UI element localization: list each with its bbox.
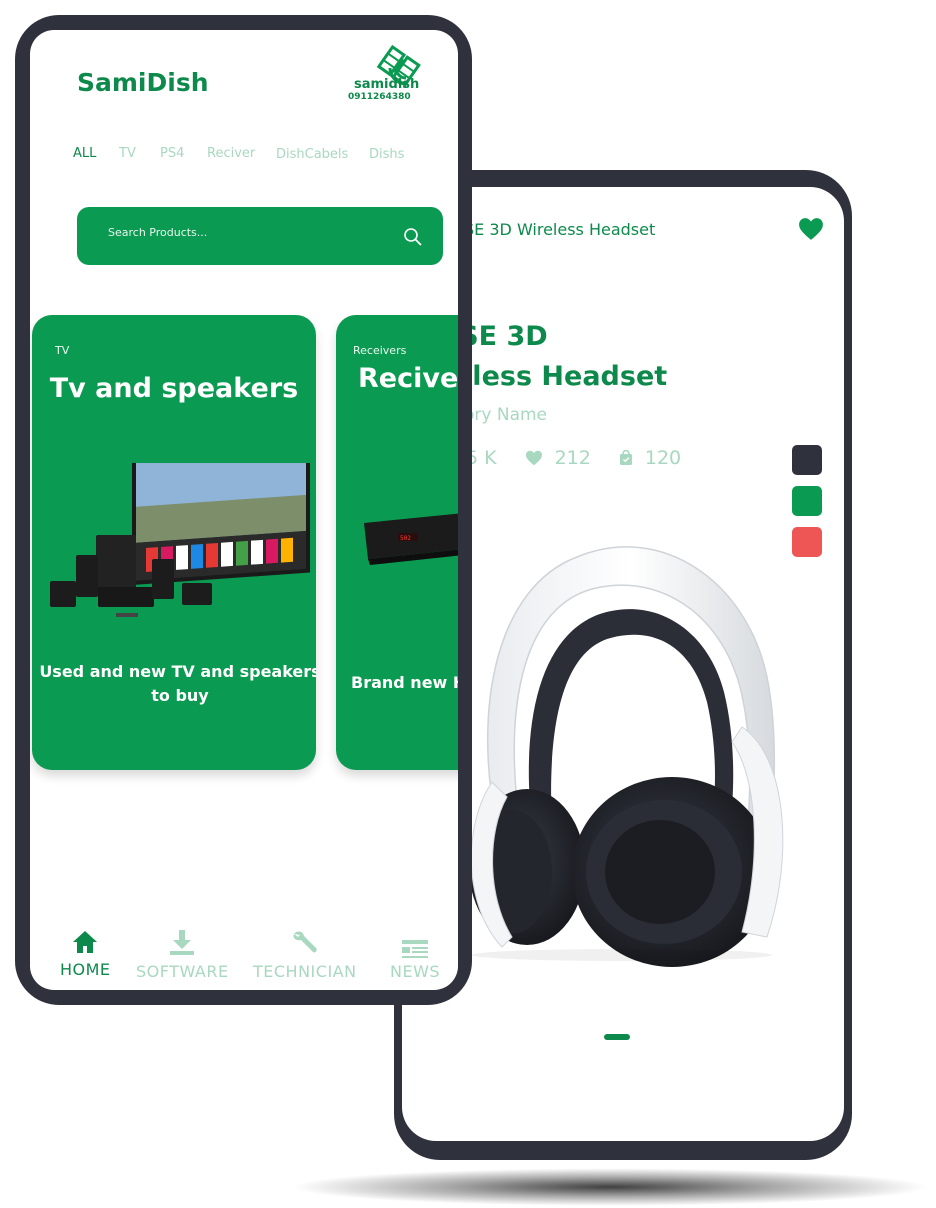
tab-dishs[interactable]: Dishs bbox=[369, 147, 404, 162]
tv-speakers-image bbox=[50, 463, 310, 617]
category-card-receivers[interactable]: Receivers Reciver 502 Brand new H to buy bbox=[336, 315, 458, 770]
likes-count: 212 bbox=[554, 447, 591, 469]
card-category: Receivers bbox=[353, 344, 407, 357]
floor-shadow bbox=[290, 1168, 930, 1206]
card-title: Tv and speakers bbox=[49, 373, 299, 404]
tab-all[interactable]: ALL bbox=[73, 146, 96, 161]
download-icon bbox=[170, 930, 195, 955]
bags-stat: 120 bbox=[619, 447, 681, 469]
category-card-tv[interactable]: TV Tv and speakers Used and new TV and s… bbox=[32, 315, 316, 770]
home-icon bbox=[73, 931, 98, 953]
product-category: ory Name bbox=[464, 405, 548, 425]
likes-stat: 212 bbox=[525, 447, 591, 469]
wrench-icon bbox=[293, 931, 317, 953]
news-icon bbox=[402, 940, 429, 958]
nav-home[interactable]: HOME bbox=[60, 930, 111, 979]
search-bar[interactable]: Search Products... bbox=[77, 207, 443, 265]
nav-news-label: NEWS bbox=[390, 962, 441, 981]
card-title: Reciver bbox=[358, 363, 458, 394]
card-description: Used and new TV and speakers to buy bbox=[39, 662, 316, 705]
color-swatch-dark[interactable] bbox=[792, 445, 822, 475]
app-title: SamiDish bbox=[77, 68, 209, 97]
search-icon[interactable] bbox=[403, 227, 423, 247]
product-title-line2: eless Headset bbox=[454, 361, 668, 392]
nav-home-label: HOME bbox=[60, 960, 111, 979]
card-description: Brand new H to buy bbox=[351, 673, 458, 692]
nav-technician-label: TECHNICIAN bbox=[253, 962, 357, 981]
shopping-bag-icon bbox=[619, 450, 632, 465]
heart-icon[interactable] bbox=[798, 217, 824, 241]
color-swatch-green[interactable] bbox=[792, 486, 822, 516]
bags-count: 120 bbox=[644, 447, 682, 469]
nav-news[interactable]: NEWS bbox=[390, 940, 440, 981]
stage: SE 3D Wireless Headset LSE 3D eless Head… bbox=[0, 0, 936, 1208]
tab-reciver[interactable]: Reciver bbox=[207, 146, 255, 161]
logo-phone: 0911264380 bbox=[348, 92, 411, 102]
home-screen: SamiDish samidish 0911264380 ALL TV PS4 … bbox=[30, 30, 458, 990]
receiver-image: 502 bbox=[364, 513, 458, 565]
heart-small-icon bbox=[525, 450, 542, 466]
svg-text:502: 502 bbox=[400, 535, 411, 542]
card-category: TV bbox=[55, 344, 70, 357]
nav-software-label: SOFTWARE bbox=[136, 962, 229, 981]
logo-name: samidish bbox=[354, 77, 420, 92]
product-header-title: SE 3D Wireless Headset bbox=[464, 220, 656, 239]
nav-software[interactable]: SOFTWARE bbox=[136, 930, 229, 981]
search-input[interactable]: Search Products... bbox=[108, 226, 207, 239]
page-indicator[interactable] bbox=[604, 1034, 630, 1040]
product-title-line1: LSE 3D bbox=[442, 321, 548, 352]
nav-technician[interactable]: TECHNICIAN bbox=[253, 930, 357, 981]
product-stats: 5 K 212 120 bbox=[466, 445, 709, 471]
tab-tv[interactable]: TV bbox=[119, 146, 136, 161]
tab-ps4[interactable]: PS4 bbox=[160, 146, 184, 161]
tab-dishcabels[interactable]: DishCabels bbox=[276, 147, 348, 162]
